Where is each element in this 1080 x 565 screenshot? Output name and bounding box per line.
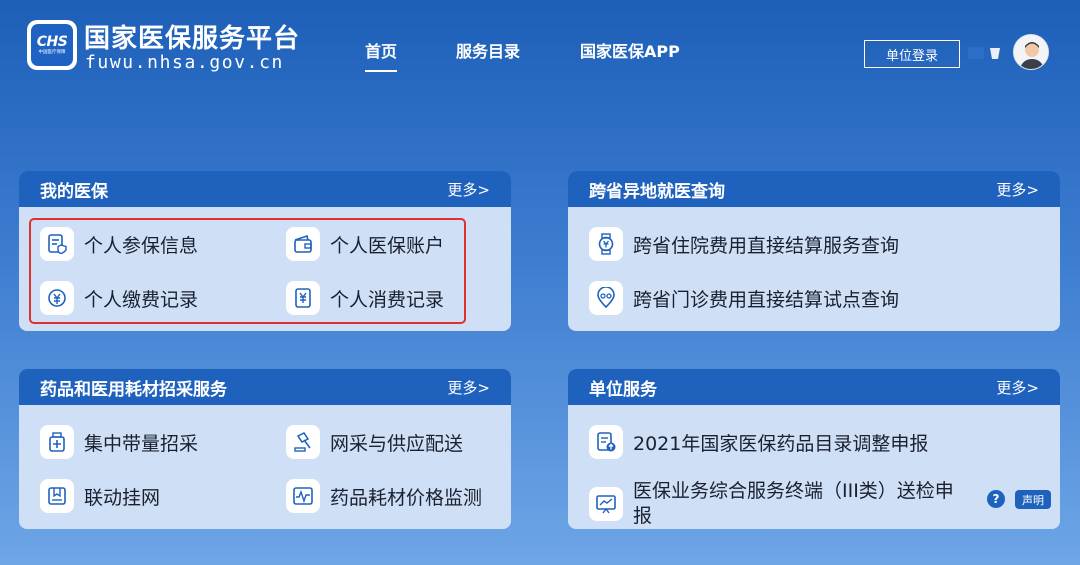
site-title: 国家医保服务平台 — [84, 24, 301, 54]
gavel-icon — [286, 425, 320, 459]
online-procurement-delivery[interactable]: 网采与供应配送 — [286, 425, 463, 459]
logo-mark: CHS 中国医疗保障 — [31, 24, 73, 66]
more-link[interactable]: 更多> — [996, 377, 1039, 398]
document-upload-icon — [589, 425, 623, 459]
panel-title: 药品和医用耗材招采服务 — [40, 379, 227, 400]
unit-login-button[interactable]: 单位登录 — [864, 40, 960, 68]
pulse-monitor-icon — [286, 479, 320, 513]
item-label: 2021年国家医保药品目录调整申报 — [633, 432, 929, 455]
drug-price-monitoring[interactable]: 药品耗材价格监测 — [286, 479, 482, 513]
more-link[interactable]: 更多> — [447, 179, 490, 200]
more-link[interactable]: 更多> — [447, 377, 490, 398]
nav-app[interactable]: 国家医保APP — [580, 38, 680, 62]
item-label: 联动挂网 — [84, 486, 161, 509]
accessibility-toggle-icon[interactable] — [968, 44, 1004, 62]
item-label: 药品耗材价格监测 — [330, 486, 483, 509]
cross-province-header: 跨省异地就医查询 更多> — [568, 171, 1060, 207]
unit-services-header: 单位服务 更多> — [568, 369, 1060, 405]
drug-procurement-header: 药品和医用耗材招采服务 更多> — [19, 369, 511, 405]
logo-text: CHS — [36, 33, 68, 50]
statement-button[interactable]: 声明 — [1015, 490, 1051, 509]
bookmark-icon — [40, 479, 74, 513]
terminal-inspection-application[interactable]: 医保业务综合服务终端（III类）送检申报 — [589, 479, 967, 529]
panel-title: 单位服务 — [589, 379, 657, 400]
cross-province-inpatient-query[interactable]: 跨省住院费用直接结算服务查询 — [589, 227, 899, 261]
highlight-box — [29, 218, 466, 324]
item-label: 跨省门诊费用直接结算试点查询 — [633, 288, 900, 311]
item-label: 跨省住院费用直接结算服务查询 — [633, 234, 900, 257]
item-label: 医保业务综合服务终端（III类）送检申报 — [633, 480, 954, 527]
chart-board-icon — [589, 487, 623, 521]
logo-subtext: 中国医疗保障 — [38, 48, 66, 55]
yen-watch-icon — [589, 227, 623, 261]
help-icon[interactable]: ? — [987, 490, 1005, 508]
centralized-procurement[interactable]: 集中带量招采 — [40, 425, 198, 459]
my-insurance-header: 我的医保 更多> — [19, 171, 511, 207]
site-logo[interactable]: CHS 中国医疗保障 — [27, 20, 77, 70]
location-pin-icon — [589, 281, 623, 315]
item-label: 集中带量招采 — [84, 432, 199, 455]
panel-title: 跨省异地就医查询 — [589, 181, 725, 202]
user-avatar[interactable] — [1013, 34, 1049, 70]
panel-title: 我的医保 — [40, 181, 108, 202]
medicine-box-icon — [40, 425, 74, 459]
linked-listing[interactable]: 联动挂网 — [40, 479, 160, 513]
drug-catalog-adjustment-application[interactable]: 2021年国家医保药品目录调整申报 — [589, 425, 928, 459]
nav-home[interactable]: 首页 — [365, 38, 398, 72]
cross-province-outpatient-query[interactable]: 跨省门诊费用直接结算试点查询 — [589, 281, 899, 315]
site-domain: fuwu.nhsa.gov.cn — [85, 52, 284, 73]
more-link[interactable]: 更多> — [996, 179, 1039, 200]
nav-service-catalog[interactable]: 服务目录 — [456, 38, 520, 62]
item-label: 网采与供应配送 — [330, 432, 464, 455]
